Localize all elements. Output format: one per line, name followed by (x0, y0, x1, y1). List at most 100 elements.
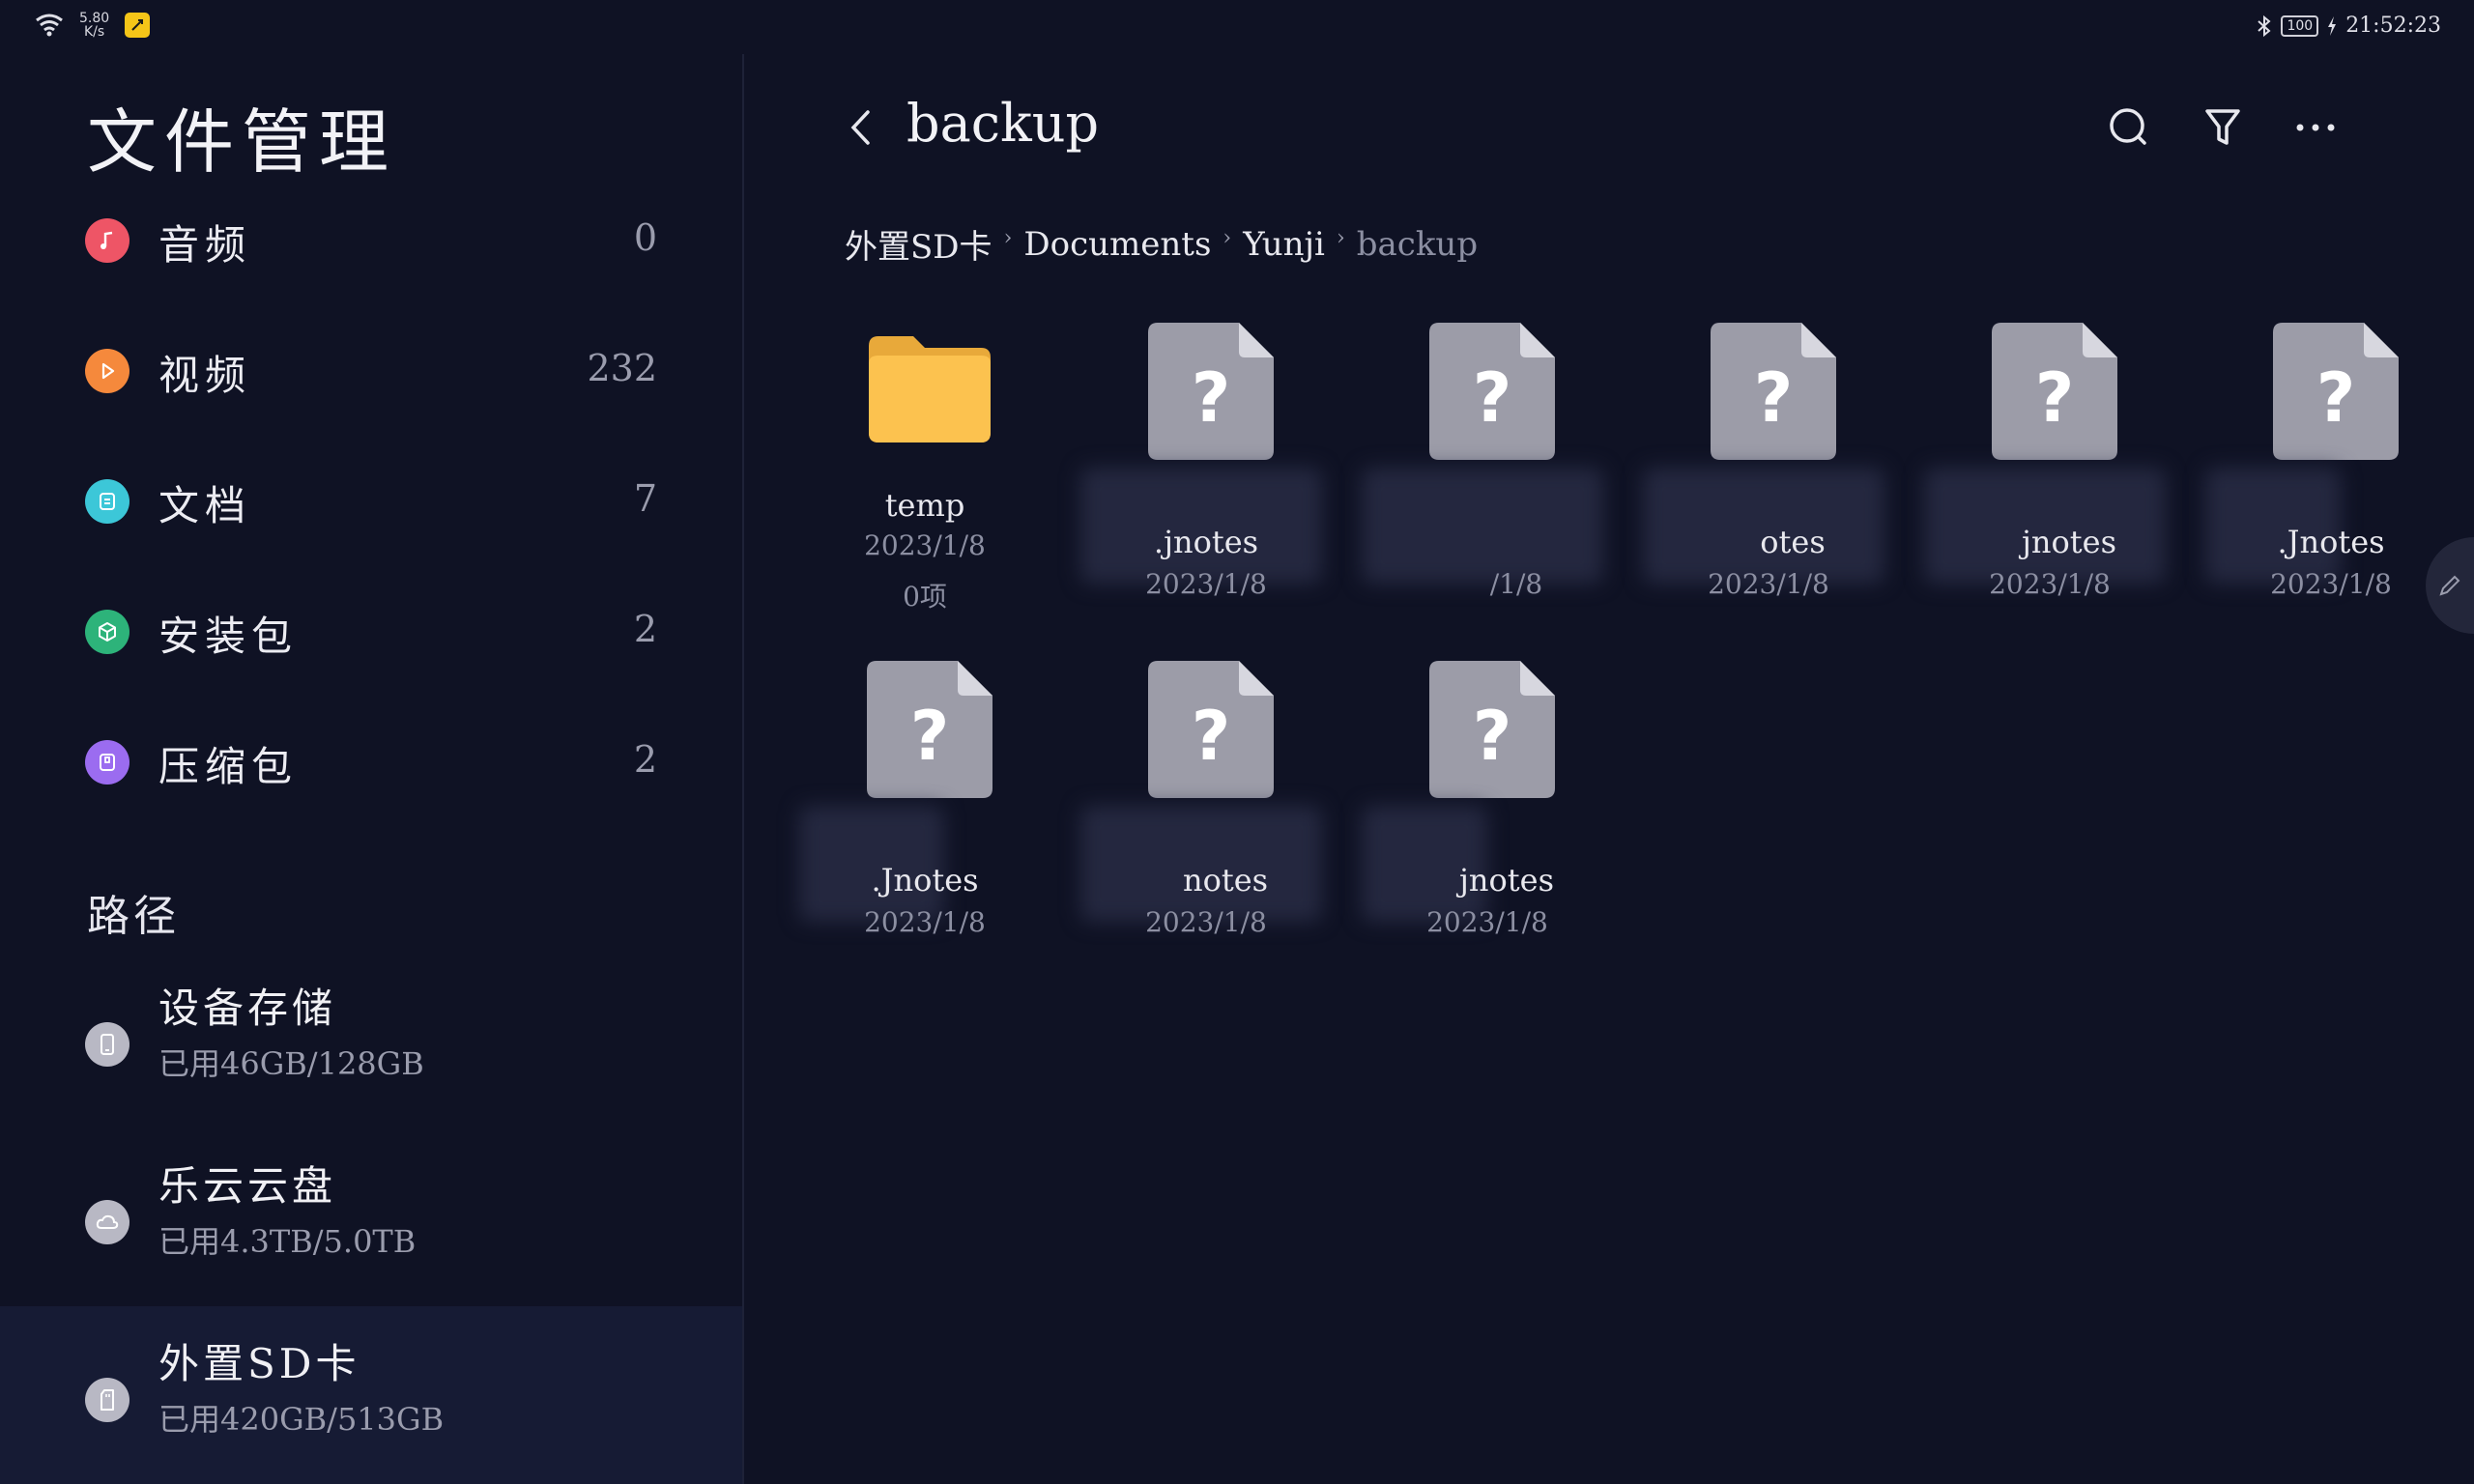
breadcrumb-yunji[interactable]: Yunji (1243, 225, 1325, 264)
net-speed-unit: K/s (83, 24, 105, 40)
charging-icon (2328, 15, 2337, 36)
file-date: 2023/1/8 (864, 906, 986, 938)
file-date: 2023/1/8 (1426, 906, 1548, 938)
back-button[interactable] (841, 100, 879, 155)
folder-title: backup (906, 93, 1100, 154)
sidebar-item-count: 232 (587, 347, 657, 389)
search-icon (2110, 108, 2146, 145)
storage-usage: 已用46GB/128GB (158, 1045, 424, 1082)
pencil-icon (2439, 575, 2460, 596)
sidebar-item-label: 压缩包 (158, 743, 299, 790)
net-speed: 5.80 K/s (79, 12, 109, 39)
status-bar: 5.80 K/s 100 21:52:23 (0, 0, 2474, 54)
phone-icon (85, 1022, 129, 1067)
storage-name: 设备存储 (158, 985, 337, 1032)
file-date: 2023/1/8 (2270, 568, 2392, 600)
file-item-unknown[interactable]: ? notes 2023/1/8 (1080, 661, 1322, 970)
svg-text:?: ? (1192, 358, 1231, 438)
storage-name: 外置SD卡 (158, 1340, 360, 1387)
sd-card-icon (85, 1378, 129, 1422)
archive-icon (85, 740, 129, 785)
unknown-file-icon: ? (1148, 323, 1274, 460)
chevron-right-icon: › (1003, 226, 1013, 250)
sidebar-item-count: 0 (633, 216, 657, 259)
sidebar-item-sd-card[interactable]: 外置SD卡 已用420GB/513GB (0, 1306, 742, 1484)
package-icon (85, 610, 129, 654)
file-name: jnotes (2021, 524, 2116, 560)
sidebar-item-device-storage[interactable]: 设备存储 已用46GB/128GB (0, 951, 742, 1128)
sidebar-item-label: 安装包 (158, 613, 299, 660)
more-button[interactable] (2287, 99, 2345, 157)
net-speed-value: 5.80 (79, 11, 110, 26)
sidebar-item-label: 视频 (158, 352, 252, 399)
breadcrumb-documents[interactable]: Documents (1023, 225, 1211, 264)
file-item-count: 0项 (903, 581, 947, 613)
svg-text:?: ? (2316, 358, 2356, 438)
sidebar-item-label: 文档 (158, 482, 252, 529)
sidebar-item-video[interactable]: 视频 232 (0, 318, 742, 424)
file-item-folder[interactable]: temp 2023/1/8 0项 (809, 323, 1041, 632)
file-item-unknown[interactable]: ? jnotes 2023/1/8 (1924, 323, 2166, 632)
unknown-file-icon: ? (867, 661, 992, 798)
file-date: 2023/1/8 (1145, 568, 1267, 600)
sidebar-item-audio[interactable]: 音频 0 (0, 187, 742, 294)
bluetooth-icon (2258, 14, 2271, 37)
sidebar-item-count: 7 (633, 477, 657, 520)
breadcrumb-sd-card[interactable]: 外置SD卡 (845, 220, 992, 268)
unknown-file-icon: ? (1992, 323, 2117, 460)
wifi-icon (36, 14, 63, 37)
file-date: 2023/1/8 (1145, 906, 1267, 938)
unknown-file-icon: ? (1711, 323, 1836, 460)
svg-text:?: ? (1754, 358, 1794, 438)
file-date: /1/8 (1489, 568, 1543, 600)
sidebar-item-cloud-drive[interactable]: 乐云云盘 已用4.3TB/5.0TB (0, 1128, 742, 1306)
file-item-unknown[interactable]: ? .Jnotes 2023/1/8 (799, 661, 1041, 970)
file-item-unknown[interactable]: ? jnotes 2023/1/8 (1362, 661, 1603, 970)
play-icon (85, 349, 129, 393)
file-item-unknown[interactable]: ? .jnotes 2023/1/8 (1080, 323, 1322, 632)
file-date: 2023/1/8 (1708, 568, 1829, 600)
filter-button[interactable] (2194, 99, 2252, 157)
sidebar-item-count: 2 (633, 608, 657, 650)
app-title: 文件管理 (87, 101, 397, 183)
redacted-blur (1362, 468, 1603, 584)
storage-usage: 已用420GB/513GB (158, 1401, 445, 1438)
search-button[interactable] (2100, 99, 2158, 157)
chevron-right-icon: › (1336, 226, 1345, 250)
unknown-file-icon: ? (1429, 661, 1555, 798)
battery-indicator: 100 (2281, 14, 2319, 37)
file-name: .Jnotes (2277, 524, 2385, 560)
unknown-file-icon: ? (1429, 323, 1555, 460)
music-note-icon (85, 218, 129, 263)
file-item-unknown[interactable]: ? otes 2023/1/8 (1643, 323, 1884, 632)
file-date: 2023/1/8 (1989, 568, 2111, 600)
file-item-unknown[interactable]: ? /1/8 (1362, 323, 1603, 632)
sidebar-item-documents[interactable]: 文档 7 (0, 448, 742, 555)
storage-name: 乐云云盘 (158, 1162, 337, 1210)
status-right: 100 21:52:23 (2256, 14, 2441, 38)
file-name: .jnotes (1153, 524, 1259, 560)
file-name: jnotes (1458, 862, 1554, 899)
sidebar-item-apk[interactable]: 安装包 2 (0, 579, 742, 685)
file-name: notes (1182, 862, 1269, 899)
chevron-left-icon (850, 110, 870, 145)
file-name: temp (884, 487, 965, 524)
svg-text:?: ? (2035, 358, 2075, 438)
main-panel: backup 外置SD卡 › Documents › Yunji › backu… (744, 54, 2474, 1484)
file-date: 2023/1/8 (864, 529, 986, 561)
svg-text:?: ? (1192, 697, 1231, 776)
cloud-icon (85, 1200, 129, 1244)
unknown-file-icon: ? (2273, 323, 2399, 460)
sidebar-item-archive[interactable]: 压缩包 2 (0, 709, 742, 815)
sidebar-item-count: 2 (633, 738, 657, 781)
path-section-title: 路径 (87, 892, 180, 941)
folder-icon (869, 336, 991, 442)
svg-text:?: ? (1473, 697, 1512, 776)
document-icon (85, 479, 129, 524)
file-item-unknown[interactable]: ? .Jnotes 2023/1/8 (2205, 323, 2447, 632)
file-name: otes (1760, 524, 1826, 560)
chevron-right-icon: › (1223, 226, 1232, 250)
filter-icon (2205, 109, 2240, 145)
sidebar-item-label: 音频 (158, 221, 252, 269)
breadcrumb-backup: backup (1356, 224, 1479, 264)
